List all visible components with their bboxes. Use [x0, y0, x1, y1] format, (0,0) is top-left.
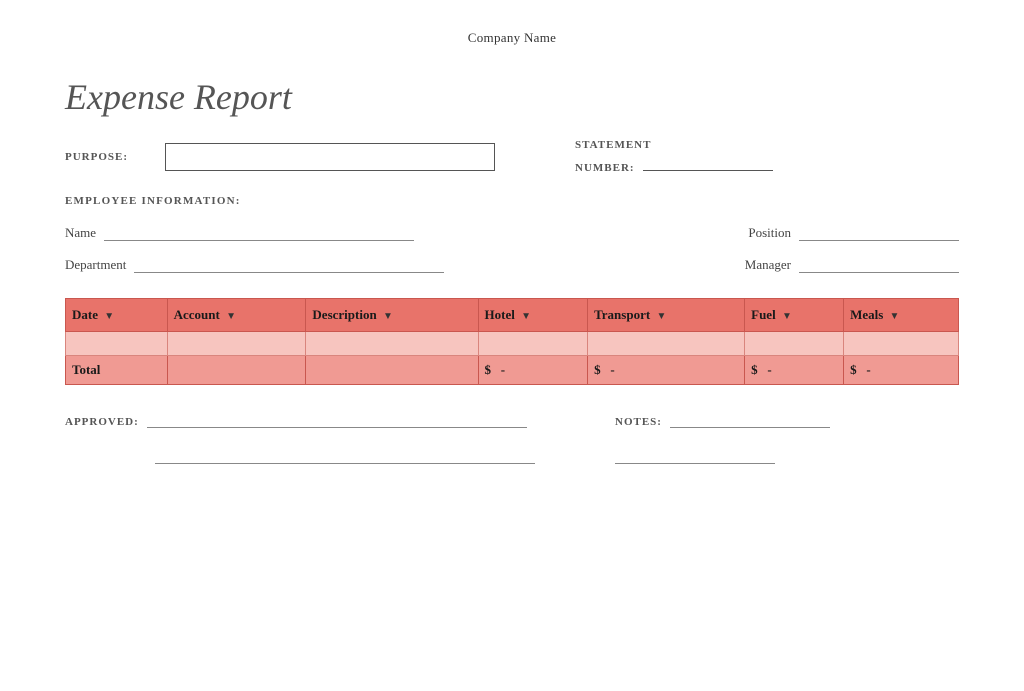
department-group: Department: [65, 255, 444, 273]
hotel-dollar: $ -: [485, 362, 506, 377]
approval-section: APPROVED: NOTES:: [0, 410, 1024, 464]
position-label: Position: [748, 225, 791, 241]
meals-dropdown-icon[interactable]: ▼: [890, 311, 900, 322]
description-dropdown-icon[interactable]: ▼: [383, 311, 393, 322]
col-fuel[interactable]: Fuel ▼: [745, 298, 844, 331]
statement-label-line1: STATEMENT: [575, 138, 651, 153]
total-transport: $ -: [588, 355, 745, 384]
position-field[interactable]: [799, 223, 959, 241]
employee-fields: EMPLOYEE INFORMATION: Name Position Depa…: [65, 195, 959, 273]
data-meals[interactable]: [844, 331, 959, 355]
notes-field[interactable]: [670, 410, 830, 428]
col-transport[interactable]: Transport ▼: [588, 298, 745, 331]
expense-table-wrapper: Date ▼ Account ▼ Description ▼ Hotel ▼ T…: [0, 298, 1024, 385]
table-header-row: Date ▼ Account ▼ Description ▼ Hotel ▼ T…: [66, 298, 959, 331]
statement-number-field[interactable]: [643, 153, 773, 171]
total-row: Total $ - $ - $ - $ -: [66, 355, 959, 384]
total-account: [167, 355, 306, 384]
total-description: [306, 355, 478, 384]
approved-row-2: [65, 446, 535, 464]
name-field[interactable]: [104, 223, 414, 241]
manager-group: Manager: [745, 255, 959, 273]
data-description[interactable]: [306, 331, 478, 355]
statement-label-line2: NUMBER:: [575, 153, 773, 176]
employee-section-label: EMPLOYEE INFORMATION:: [65, 195, 959, 207]
purpose-label: PURPOSE:: [65, 151, 155, 163]
notes-row: NOTES:: [615, 410, 830, 428]
department-field[interactable]: [134, 255, 444, 273]
notes-row-2: [615, 446, 830, 464]
approval-group: APPROVED:: [65, 410, 535, 464]
col-meals[interactable]: Meals ▼: [844, 298, 959, 331]
approved-label: APPROVED:: [65, 416, 139, 428]
report-title: Expense Report: [0, 46, 1024, 138]
notes-label: NOTES:: [615, 416, 662, 428]
purpose-row: PURPOSE: STATEMENT NUMBER:: [65, 138, 959, 177]
name-position-row: Name Position: [65, 223, 959, 241]
form-section: PURPOSE: STATEMENT NUMBER: EMPLOYEE INFO…: [0, 138, 1024, 273]
date-dropdown-icon[interactable]: ▼: [104, 311, 114, 322]
department-manager-row: Department Manager: [65, 255, 959, 273]
page: Company Name Expense Report PURPOSE: STA…: [0, 0, 1024, 691]
total-fuel: $ -: [745, 355, 844, 384]
company-name: Company Name: [0, 0, 1024, 46]
approved-field[interactable]: [147, 410, 527, 428]
expense-table: Date ▼ Account ▼ Description ▼ Hotel ▼ T…: [65, 298, 959, 385]
total-label: Total: [66, 355, 168, 384]
manager-label: Manager: [745, 257, 791, 273]
data-hotel[interactable]: [478, 331, 588, 355]
department-label: Department: [65, 257, 126, 273]
data-date[interactable]: [66, 331, 168, 355]
approved-row: APPROVED:: [65, 410, 535, 428]
meals-dollar: $ -: [850, 362, 871, 377]
name-label: Name: [65, 225, 96, 241]
total-meals: $ -: [844, 355, 959, 384]
data-fuel[interactable]: [745, 331, 844, 355]
transport-dollar: $ -: [594, 362, 615, 377]
position-group: Position: [748, 223, 959, 241]
notes-field-2[interactable]: [615, 446, 775, 464]
statement-group: STATEMENT NUMBER:: [575, 138, 773, 177]
fuel-dropdown-icon[interactable]: ▼: [782, 311, 792, 322]
col-date[interactable]: Date ▼: [66, 298, 168, 331]
transport-dropdown-icon[interactable]: ▼: [656, 311, 666, 322]
table-data-row: [66, 331, 959, 355]
col-hotel[interactable]: Hotel ▼: [478, 298, 588, 331]
total-hotel: $ -: [478, 355, 588, 384]
manager-field[interactable]: [799, 255, 959, 273]
col-account[interactable]: Account ▼: [167, 298, 306, 331]
purpose-input[interactable]: [165, 143, 495, 171]
hotel-dropdown-icon[interactable]: ▼: [521, 311, 531, 322]
data-transport[interactable]: [588, 331, 745, 355]
data-account[interactable]: [167, 331, 306, 355]
name-group: Name: [65, 223, 414, 241]
account-dropdown-icon[interactable]: ▼: [226, 311, 236, 322]
fuel-dollar: $ -: [751, 362, 772, 377]
approved-field-2[interactable]: [155, 446, 535, 464]
notes-group: NOTES:: [615, 410, 830, 464]
col-description[interactable]: Description ▼: [306, 298, 478, 331]
